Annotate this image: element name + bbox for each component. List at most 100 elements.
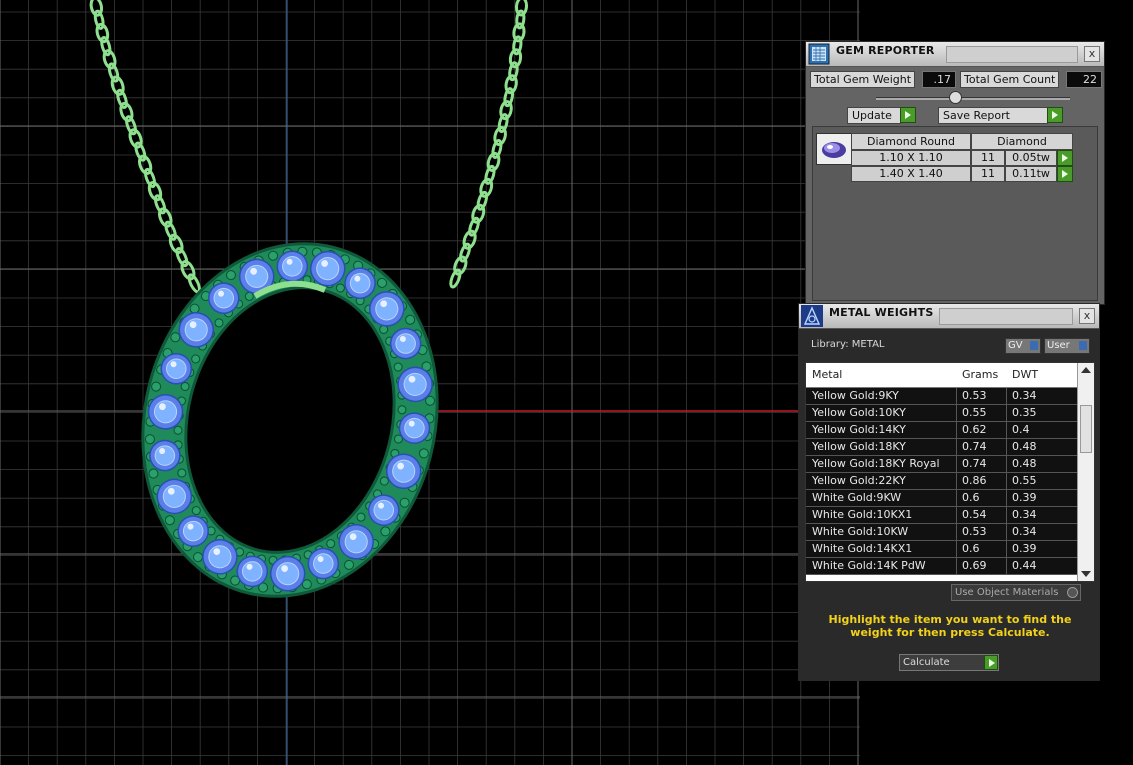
dwt-cell: 0.44 (1012, 559, 1037, 572)
grams-cell: 0.6 (962, 542, 980, 555)
zoom-slider-handle[interactable] (949, 91, 962, 104)
grams-column-header[interactable]: Grams (962, 368, 998, 381)
column-divider (1006, 439, 1007, 455)
metal-column-header[interactable]: Metal (812, 368, 842, 381)
gem-list-area: Diamond Round Diamond 1.10 X 1.10 11 0.0… (812, 126, 1098, 301)
column-divider (956, 456, 957, 472)
update-button[interactable]: Update (847, 107, 901, 124)
metal-table-header: Metal Grams DWT (806, 363, 1078, 388)
metal-row[interactable]: Yellow Gold:22KY 0.86 0.55 (806, 473, 1078, 490)
zoom-slider-track[interactable] (876, 97, 1070, 100)
gem-reporter-titlebar[interactable]: GEM REPORTER x (806, 42, 1104, 67)
column-divider (1006, 558, 1007, 574)
total-gem-count-value: 22 (1066, 71, 1102, 88)
metal-row[interactable]: Yellow Gold:18KY Royal 0.74 0.48 (806, 456, 1078, 473)
metal-row[interactable]: Yellow Gold:10KY 0.55 0.35 (806, 405, 1078, 422)
gem-reporter-title: GEM REPORTER (836, 44, 935, 57)
metal-table-scrollbar[interactable] (1077, 363, 1094, 581)
library-label: Library: METAL (811, 339, 885, 350)
grams-cell: 0.74 (962, 440, 987, 453)
user-toggle[interactable]: User (1044, 338, 1090, 354)
scroll-down-arrow[interactable] (1081, 571, 1091, 577)
grams-cell: 0.74 (962, 457, 987, 470)
pendant-body (141, 242, 439, 598)
gem-reporter-close-button[interactable]: x (1084, 46, 1100, 62)
column-divider (1006, 541, 1007, 557)
save-report-go-icon[interactable] (1047, 107, 1063, 123)
metal-row[interactable]: Yellow Gold:14KY 0.62 0.4 (806, 422, 1078, 439)
dwt-cell: 0.39 (1012, 491, 1037, 504)
metal-table[interactable]: Metal Grams DWT Yellow Gold:9KY 0.53 0.34 Y… (805, 362, 1095, 582)
column-divider (1006, 490, 1007, 506)
metal-weights-close-button[interactable]: x (1079, 308, 1095, 324)
user-toggle-label: User (1047, 340, 1070, 351)
titlebar-grip[interactable] (939, 308, 1073, 325)
gem-row-1-size[interactable]: 1.10 X 1.10 (851, 150, 971, 166)
column-divider (956, 507, 957, 523)
grams-cell: 0.53 (962, 525, 987, 538)
gem-material-header: Diamond (971, 133, 1073, 150)
dwt-column-header[interactable]: DWT (1012, 368, 1038, 381)
gem-reporter-panel: GEM REPORTER x Total Gem Weight .17 Tota… (805, 41, 1105, 305)
gem-row-1-weight[interactable]: 0.05tw (1005, 150, 1057, 166)
column-divider (1006, 456, 1007, 472)
column-divider (1006, 473, 1007, 489)
calculate-button[interactable]: Calculate (899, 654, 999, 671)
gem-row-2-count[interactable]: 11 (971, 166, 1005, 182)
column-divider (956, 558, 957, 574)
metal-name-cell: White Gold:10KW (812, 525, 909, 538)
gem-row-2-size[interactable]: 1.40 X 1.40 (851, 166, 971, 182)
metal-row[interactable]: Yellow Gold:18KY 0.74 0.48 (806, 439, 1078, 456)
diamond-round-thumbnail (816, 133, 852, 165)
grams-cell: 0.69 (962, 559, 987, 572)
metal-row[interactable]: White Gold:10KW 0.53 0.34 (806, 524, 1078, 541)
gv-toggle-label: GV (1008, 340, 1023, 351)
metal-row[interactable]: White Gold:14KX1 0.6 0.39 (806, 541, 1078, 558)
gem-row-1-go-icon[interactable] (1057, 150, 1073, 166)
grams-cell: 0.54 (962, 508, 987, 521)
metal-row[interactable]: White Gold:14K PdW 0.69 0.44 (806, 558, 1078, 575)
gem-row-1-count[interactable]: 11 (971, 150, 1005, 166)
metal-weights-panel: METAL WEIGHTS x Library: METAL GV User M… (798, 303, 1100, 681)
metal-name-cell: White Gold:9KW (812, 491, 902, 504)
use-object-materials-toggle[interactable]: Use Object Materials (951, 584, 1081, 601)
metal-row[interactable]: White Gold:10KX1 0.54 0.34 (806, 507, 1078, 524)
column-divider (1006, 524, 1007, 540)
calculate-go-icon[interactable] (984, 655, 998, 670)
column-divider (956, 439, 957, 455)
dwt-cell: 0.4 (1012, 423, 1030, 436)
metal-name-cell: Yellow Gold:18KY Royal (812, 457, 940, 470)
pendant-letter-o[interactable] (106, 212, 474, 628)
save-report-button[interactable]: Save Report (938, 107, 1048, 124)
metal-row[interactable]: White Gold:9KW 0.6 0.39 (806, 490, 1078, 507)
dwt-cell: 0.34 (1012, 525, 1037, 538)
grams-cell: 0.86 (962, 474, 987, 487)
metal-row[interactable]: Yellow Gold:9KY 0.53 0.34 (806, 388, 1078, 405)
gv-toggle-indicator (1030, 341, 1038, 350)
gv-toggle[interactable]: GV (1005, 338, 1041, 354)
dwt-cell: 0.48 (1012, 457, 1037, 470)
grams-cell: 0.6 (962, 491, 980, 504)
gem-row-2-go-icon[interactable] (1057, 166, 1073, 182)
titlebar-grip[interactable] (946, 46, 1078, 63)
metal-name-cell: White Gold:14KX1 (812, 542, 913, 555)
grams-cell: 0.55 (962, 406, 987, 419)
metal-name-cell: Yellow Gold:9KY (812, 389, 899, 402)
scroll-thumb[interactable] (1080, 405, 1092, 453)
dwt-cell: 0.35 (1012, 406, 1037, 419)
chain-link (449, 268, 462, 289)
dwt-cell: 0.34 (1012, 508, 1037, 521)
chain-right (449, 0, 529, 289)
gem-row-2-weight[interactable]: 0.11tw (1005, 166, 1057, 182)
dwt-cell: 0.55 (1012, 474, 1037, 487)
dwt-cell: 0.39 (1012, 542, 1037, 555)
column-divider (956, 388, 957, 404)
total-gem-count-label: Total Gem Count (960, 71, 1060, 88)
use-object-materials-label: Use Object Materials (955, 587, 1059, 598)
column-divider (956, 524, 957, 540)
update-go-icon[interactable] (900, 107, 916, 123)
column-divider (1006, 388, 1007, 404)
metal-weights-titlebar[interactable]: METAL WEIGHTS x (799, 304, 1099, 329)
scroll-up-arrow[interactable] (1081, 367, 1091, 373)
column-divider (956, 405, 957, 421)
